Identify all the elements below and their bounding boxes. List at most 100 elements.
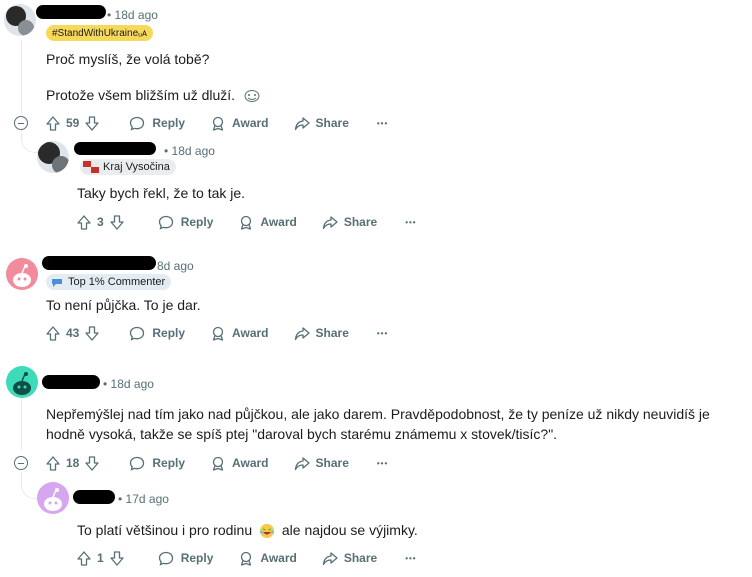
more-icon[interactable]: ••• [405,218,416,227]
snoo-avatar-icon [13,372,31,395]
comment-text: Taky bych řekl, že to tak je. [77,185,246,201]
upvote-icon[interactable] [77,214,91,230]
avatar-image [38,142,69,173]
share-button[interactable]: Share [294,326,349,341]
more-icon[interactable]: ••• [405,554,416,563]
award-button[interactable]: Award [238,551,297,566]
more-icon[interactable]: ••• [377,329,388,338]
share-button[interactable]: Share [322,551,377,566]
collapse-icon[interactable] [14,116,28,130]
downvote-icon[interactable] [110,214,124,230]
award-icon [212,456,224,471]
emoji-icon [244,90,260,103]
vote-group: 3 [77,214,124,230]
award-button[interactable]: Award [210,326,269,341]
username-redacted[interactable] [42,375,100,389]
more-label: ••• [405,553,417,563]
avatar[interactable] [4,4,36,36]
avatar[interactable] [37,141,69,173]
thread-curve [21,472,38,499]
share-button[interactable]: Share [294,456,349,471]
avatar[interactable] [37,482,69,514]
reply-button[interactable]: Reply [129,116,185,131]
time-text: 8d ago [157,259,194,273]
reply-button[interactable]: Reply [158,215,214,230]
commenter-badge-icon [52,279,62,287]
award-label: Award [260,215,297,229]
thread-line [21,396,22,450]
downvote-icon[interactable] [85,115,100,131]
downvote-icon[interactable] [85,455,100,471]
flair-text: Kraj Vysočina [103,161,170,173]
more-label: ••• [405,217,417,227]
region-flag-icon [83,161,99,173]
avatar-image [6,6,34,36]
award-button[interactable]: Award [210,456,269,471]
downvote-icon[interactable] [85,325,100,341]
avatar[interactable] [6,258,38,290]
comment-time: • 18d ago [103,377,154,391]
snoo-avatar-icon [44,488,62,511]
comment-actions: 59 Reply Award Share ••• [46,112,388,134]
thread-line [21,40,22,114]
username-redacted[interactable] [74,142,156,155]
award-icon [241,551,252,566]
more-label: ••• [376,458,389,468]
award-icon [241,215,252,230]
share-label: Share [343,551,378,565]
username-redacted[interactable] [42,256,156,270]
reply-button[interactable]: Reply [158,551,213,566]
reply-label: Reply [180,215,214,229]
share-label: Share [315,326,349,340]
comment-text: ale najdou se výjimky. [281,522,418,538]
flair-text: Top 1% Commenter [68,276,166,288]
vote-count: 59 [66,116,80,130]
user-flair: Kraj Vysočina [80,159,176,175]
upvote-icon[interactable] [46,455,60,471]
reply-label: Reply [152,116,186,130]
share-icon [294,116,310,130]
flair-text: #StandWithUkraineᵤᴀ [52,27,147,39]
award-button[interactable]: Award [210,116,269,131]
vote-group: 43 [46,325,100,341]
comment-actions: 3 Reply Award Share ••• [77,211,417,233]
comment-actions: 1 Reply Award Share ••• [77,547,417,569]
snoo-avatar-icon [13,264,31,287]
award-button[interactable]: Award [238,215,297,230]
share-icon [322,215,338,229]
reply-icon [158,215,173,230]
user-flair: #StandWithUkraineᵤᴀ [46,25,153,41]
reply-icon [158,551,173,566]
collapse-icon[interactable] [14,456,28,470]
more-icon[interactable]: ••• [377,119,388,128]
comment-time: 8d ago [157,259,194,273]
username-redacted[interactable] [73,490,115,504]
share-button[interactable]: Share [294,116,349,131]
time-text: 18d ago [114,8,158,22]
avatar[interactable] [6,366,38,398]
upvote-icon[interactable] [77,550,91,566]
downvote-icon[interactable] [110,550,124,566]
username-redacted[interactable] [36,5,106,19]
comment-actions: 18 Reply Award Share ••• [46,452,388,474]
more-icon[interactable]: ••• [377,459,388,468]
reply-icon [130,456,145,471]
share-icon [322,551,338,565]
comment-time: • 18d ago [107,8,158,22]
more-label: ••• [376,328,389,338]
comment-text-line: Protože všem bližším už dluží. [46,87,261,103]
reply-button[interactable]: Reply [129,326,185,341]
time-text: 18d ago [110,377,154,391]
award-label: Award [260,551,297,565]
share-icon [294,326,310,340]
vote-count: 18 [66,456,80,470]
vote-count: 1 [97,551,104,565]
upvote-icon[interactable] [46,115,60,131]
share-button[interactable]: Share [322,215,377,230]
reply-button[interactable]: Reply [129,456,185,471]
share-label: Share [315,456,349,470]
upvote-icon[interactable] [46,325,60,341]
reply-icon [130,326,145,341]
award-label: Award [232,116,269,130]
comment-text: Nepřemýšlej nad tím jako nad půjčkou, al… [46,406,710,442]
